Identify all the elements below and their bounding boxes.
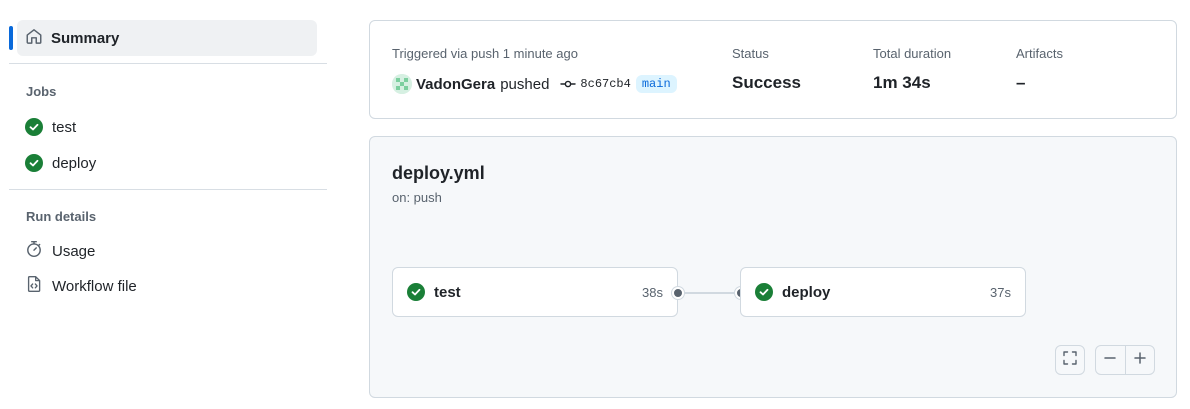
sidebar-item-job-deploy[interactable]: deploy bbox=[17, 147, 317, 179]
trigger-text: Triggered via push 1 minute ago bbox=[392, 46, 578, 61]
trigger-row: VadonGera pushed 8c67cb4 main bbox=[392, 73, 677, 95]
file-code-icon bbox=[25, 275, 43, 298]
sidebar-divider bbox=[9, 189, 327, 190]
zoom-in-button[interactable] bbox=[1126, 346, 1155, 374]
status-value: Success bbox=[732, 73, 801, 92]
sidebar-item-label: Usage bbox=[52, 242, 96, 260]
check-circle-icon bbox=[407, 283, 425, 301]
fullscreen-button[interactable] bbox=[1055, 345, 1085, 375]
job-connector-line bbox=[677, 292, 741, 294]
job-duration: 38s bbox=[642, 284, 663, 300]
git-commit-icon bbox=[560, 76, 577, 92]
fullscreen-icon bbox=[1062, 350, 1078, 371]
job-node-test[interactable]: test 38s bbox=[392, 267, 678, 317]
home-icon bbox=[25, 27, 43, 50]
sidebar-item-job-test[interactable]: test bbox=[17, 111, 317, 143]
sidebar-item-label: Summary bbox=[51, 29, 120, 47]
sidebar-item-summary[interactable]: Summary bbox=[9, 20, 317, 56]
job-name: test bbox=[434, 283, 461, 301]
check-circle-icon bbox=[755, 283, 773, 301]
jobs-heading: Jobs bbox=[26, 84, 57, 99]
duration-value: 1m 34s bbox=[873, 73, 931, 92]
artifacts-value: – bbox=[1016, 73, 1026, 92]
job-duration: 37s bbox=[990, 284, 1011, 300]
sidebar: Summary Jobs test deploy Run details Usa… bbox=[0, 0, 336, 409]
workflow-graph-card: deploy.yml on: push test 38s deploy 37s bbox=[369, 136, 1177, 398]
active-indicator bbox=[9, 26, 13, 50]
zoom-controls bbox=[1095, 345, 1155, 375]
minus-icon bbox=[1103, 351, 1117, 370]
run-summary-card: Triggered via push 1 minute ago VadonGer… bbox=[369, 20, 1177, 119]
artifacts-label: Artifacts bbox=[1016, 46, 1063, 61]
sidebar-item-label: Workflow file bbox=[52, 277, 137, 295]
duration-label: Total duration bbox=[873, 46, 952, 61]
sidebar-item-label: test bbox=[52, 118, 77, 136]
zoom-out-button[interactable] bbox=[1096, 346, 1125, 374]
job-name: deploy bbox=[782, 283, 831, 301]
sidebar-item-usage[interactable]: Usage bbox=[17, 235, 317, 267]
plus-icon bbox=[1133, 351, 1147, 370]
workflow-trigger: on: push bbox=[392, 190, 442, 205]
run-details-heading: Run details bbox=[26, 209, 97, 224]
workflow-file-name: deploy.yml bbox=[392, 163, 485, 183]
sidebar-item-label: deploy bbox=[52, 154, 97, 172]
avatar[interactable] bbox=[392, 74, 412, 94]
stopwatch-icon bbox=[25, 240, 43, 263]
sidebar-item-workflow-file[interactable]: Workflow file bbox=[17, 270, 317, 302]
branch-badge[interactable]: main bbox=[635, 75, 677, 93]
connector-dot bbox=[672, 287, 684, 299]
commit-sha-link[interactable]: 8c67cb4 bbox=[580, 77, 630, 91]
actor-link[interactable]: VadonGera bbox=[416, 76, 495, 93]
sidebar-divider bbox=[9, 63, 327, 64]
check-circle-icon bbox=[25, 118, 43, 136]
status-label: Status bbox=[732, 46, 769, 61]
job-node-deploy[interactable]: deploy 37s bbox=[740, 267, 1026, 317]
check-circle-icon bbox=[25, 154, 43, 172]
action-text: pushed bbox=[500, 75, 550, 93]
